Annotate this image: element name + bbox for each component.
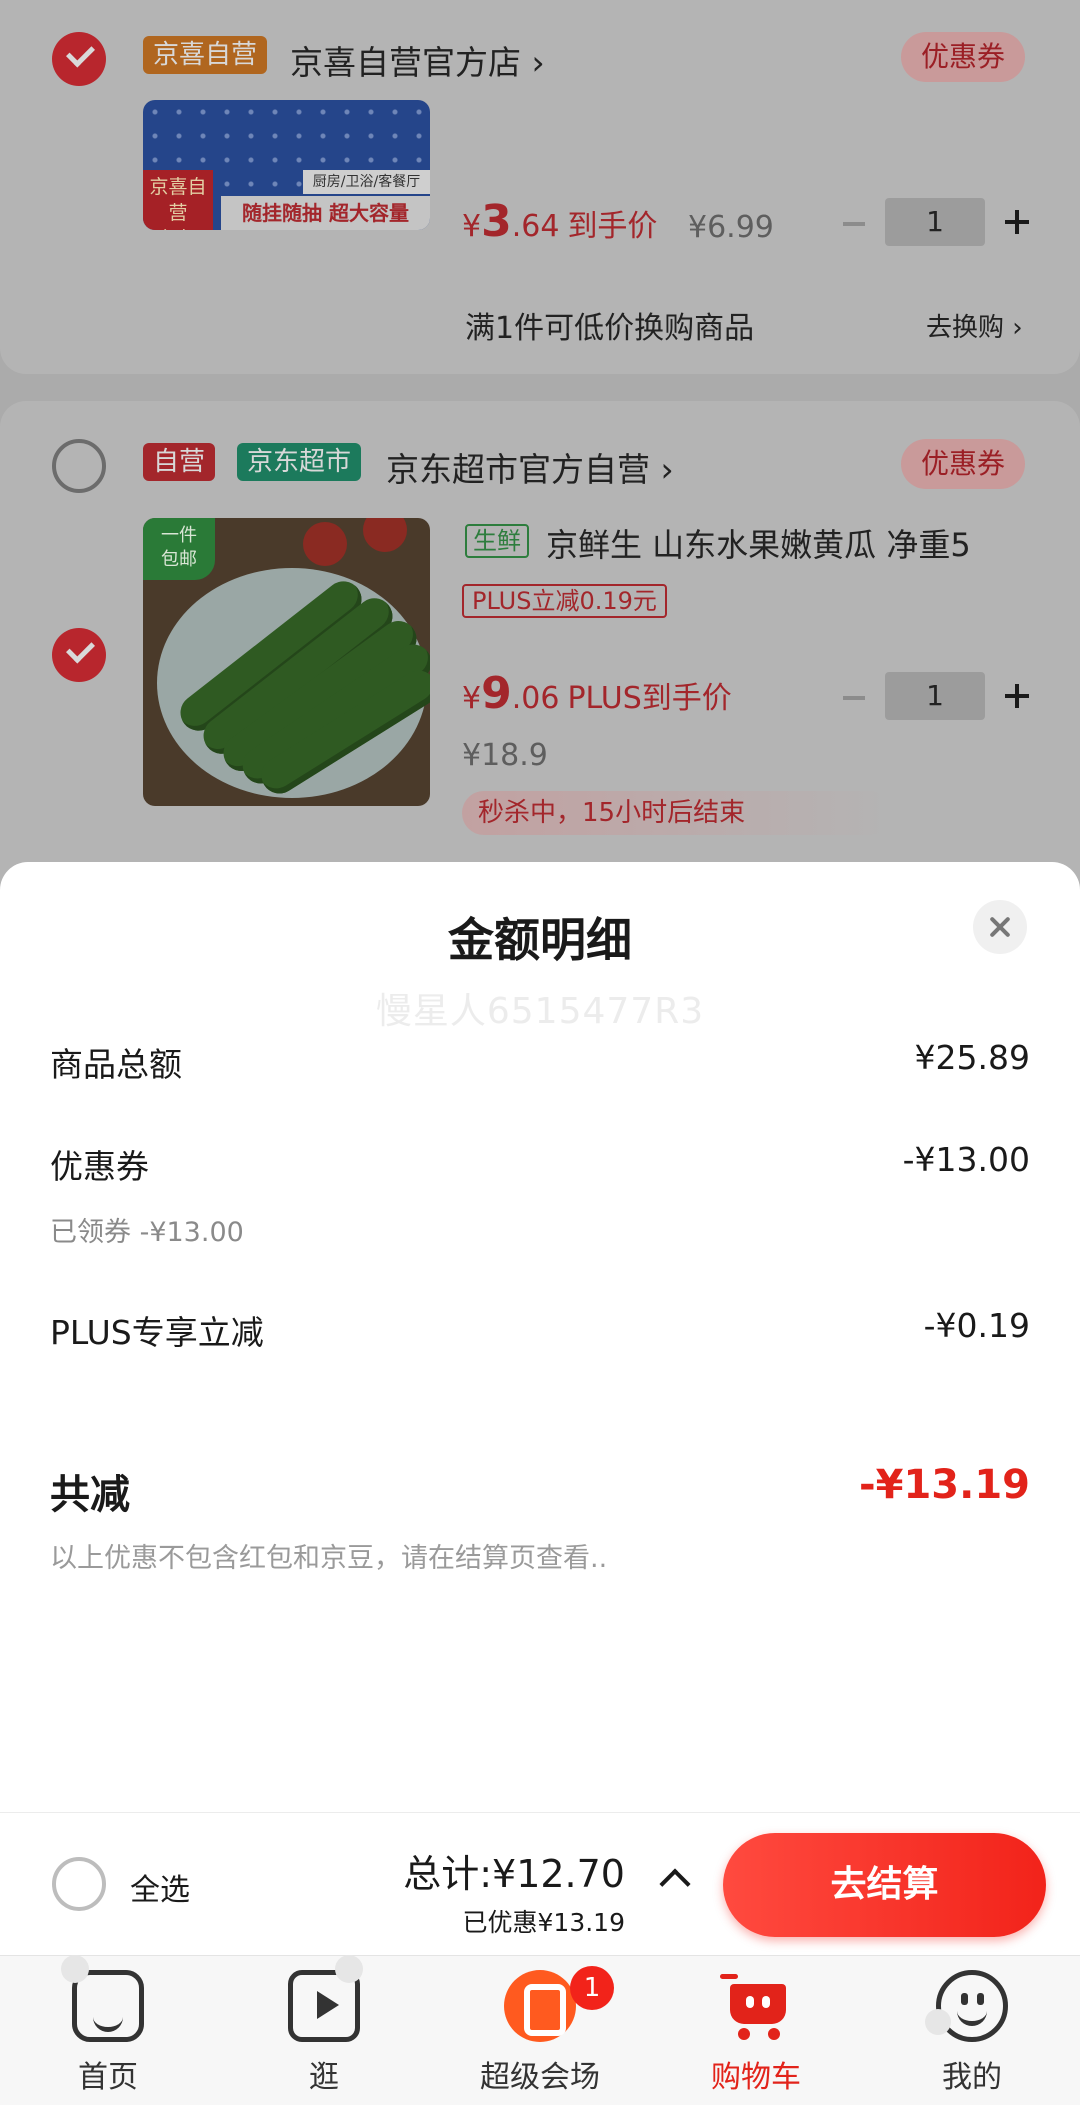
tab-label: 购物车 [711, 2060, 801, 2095]
quantity-decrease-button[interactable] [843, 696, 865, 700]
total-discount-value: -¥13.19 [859, 1462, 1030, 1508]
quantity-increase-button[interactable] [1005, 684, 1029, 708]
notification-badge: 1 [570, 1966, 614, 2010]
profile-icon-eye [977, 1993, 984, 2005]
cart-background: 京喜自营 京喜自营官方店 › 优惠券 京喜自营 包邮 厨房/卫浴/客餐厅 随挂随… [0, 0, 1080, 901]
product-image[interactable]: 京喜自营 包邮 厨房/卫浴/客餐厅 随挂随抽 超大容量 [143, 100, 430, 230]
price-suffix: PLUS到手价 [567, 681, 732, 716]
goods-total-label: 商品总额 [50, 1045, 182, 1084]
cart-icon-wheel [738, 2028, 750, 2040]
price-decimal: .06 [511, 681, 560, 716]
plus-discount-tag: PLUS立减0.19元 [462, 584, 667, 618]
quantity-input[interactable]: 1 [885, 198, 985, 246]
tab-cart[interactable]: 购物车 [648, 1956, 864, 2105]
store-card-jingxi: 京喜自营 京喜自营官方店 › 优惠券 京喜自营 包邮 厨房/卫浴/客餐厅 随挂随… [0, 0, 1080, 374]
saved-amount: 已优惠¥13.19 [462, 1908, 625, 1937]
price-integer: 3 [481, 196, 512, 247]
tab-stroll[interactable]: 逛 [216, 1955, 432, 2105]
select-all-checkbox[interactable] [52, 1857, 106, 1911]
total-discount-label: 共减 [50, 1472, 130, 1518]
checkout-button[interactable]: 去结算 [723, 1833, 1046, 1937]
price-currency: ¥ [462, 681, 482, 716]
tab-label: 首页 [78, 2060, 138, 2095]
profile-icon [925, 1970, 1008, 2042]
store-checkbox[interactable] [52, 32, 106, 86]
product-image-ribbon: 京喜自营 包邮 [143, 170, 213, 230]
store-coupon-button[interactable]: 优惠券 [901, 32, 1026, 82]
coupon-label: 优惠券 [50, 1147, 149, 1186]
product-image[interactable]: 一件 包邮 [143, 518, 430, 806]
cart-icon-wheel [768, 2028, 780, 2040]
supermarket-tag: 京东超市 [237, 443, 362, 481]
store-tag: 京喜自营 [143, 36, 268, 74]
product-price: ¥3.64 到手价 [462, 196, 657, 247]
product-image-rooms: 厨房/卫浴/客餐厅 [303, 170, 430, 194]
quantity-increase-button[interactable] [1005, 210, 1029, 234]
tab-mine[interactable]: 我的 [864, 1956, 1080, 2105]
coupon-claimed-text: 已领券 -¥13.00 [50, 1217, 244, 1248]
tab-super-venue[interactable]: 1 超级会场 [432, 1956, 648, 2105]
store-name-link[interactable]: 京东超市官方自营 › [386, 443, 674, 491]
self-operated-tag: 自营 [143, 443, 216, 481]
image-tomato [363, 518, 407, 552]
price-suffix: 到手价 [567, 209, 658, 244]
home-icon [61, 1955, 144, 2042]
store-name-link[interactable]: 京喜自营官方店 › [290, 36, 545, 84]
fresh-tag: 生鲜 [465, 524, 529, 558]
bottom-tab-bar: 首页 逛 1 超级会场 购物车 我的 [0, 1955, 1080, 2105]
price-integer: 9 [481, 668, 512, 719]
original-price: ¥18.9 [462, 738, 548, 773]
goods-total-value: ¥25.89 [914, 1038, 1030, 1077]
chevron-up-icon[interactable] [659, 1868, 691, 1900]
coupon-value: -¥13.00 [902, 1140, 1030, 1179]
original-price: ¥6.99 [688, 210, 774, 245]
product-image-badge: 一件 包邮 [143, 518, 215, 580]
exchange-promo-link[interactable]: 去换购 › [926, 307, 1023, 344]
store-coupon-button[interactable]: 优惠券 [901, 439, 1026, 489]
checkout-bar: 全选 总计:¥12.70 已优惠¥13.19 去结算 [0, 1812, 1080, 1954]
quantity-decrease-button[interactable] [843, 222, 865, 226]
user-watermark: 慢星人6515477R3 [375, 991, 705, 1032]
tab-label: 超级会场 [480, 2060, 600, 2095]
product-title[interactable]: 京鲜生 山东水果嫩黄瓜 净重5 [546, 520, 971, 566]
tab-label: 逛 [309, 2060, 339, 2095]
plus-discount-label: PLUS专享立减 [50, 1313, 264, 1352]
video-icon [288, 1955, 363, 2042]
product-price: ¥9.06 PLUS到手价 [462, 668, 732, 719]
image-tomato [303, 522, 347, 566]
flash-sale-banner: 秒杀中，15小时后结束 [462, 791, 892, 835]
profile-icon-eye [961, 1993, 968, 2005]
exchange-promo-text: 满1件可低价换购商品 [465, 311, 755, 346]
total-amount: 总计:¥12.70 [403, 1852, 625, 1896]
cart-icon-handle [720, 1974, 738, 1979]
discount-disclaimer: 以上优惠不包含红包和京豆，请在结算页查看.. [50, 1543, 608, 1574]
close-icon[interactable] [973, 900, 1027, 954]
quantity-input[interactable]: 1 [885, 672, 985, 720]
product-image-slogan: 随挂随抽 超大容量 [221, 196, 430, 230]
store-checkbox[interactable] [52, 439, 106, 493]
cart-icon [720, 1970, 792, 2042]
tab-label: 我的 [942, 2060, 1002, 2095]
price-currency: ¥ [462, 209, 482, 244]
cart-icon-basket [730, 1984, 786, 2024]
super-venue-icon [504, 1970, 576, 2042]
price-decimal: .64 [511, 209, 560, 244]
tab-home[interactable]: 首页 [0, 1955, 216, 2105]
select-all-label[interactable]: 全选 [130, 1865, 190, 1909]
sheet-title: 金额明细 [448, 913, 632, 967]
product-checkbox[interactable] [52, 628, 106, 682]
plus-discount-value: -¥0.19 [923, 1306, 1030, 1345]
